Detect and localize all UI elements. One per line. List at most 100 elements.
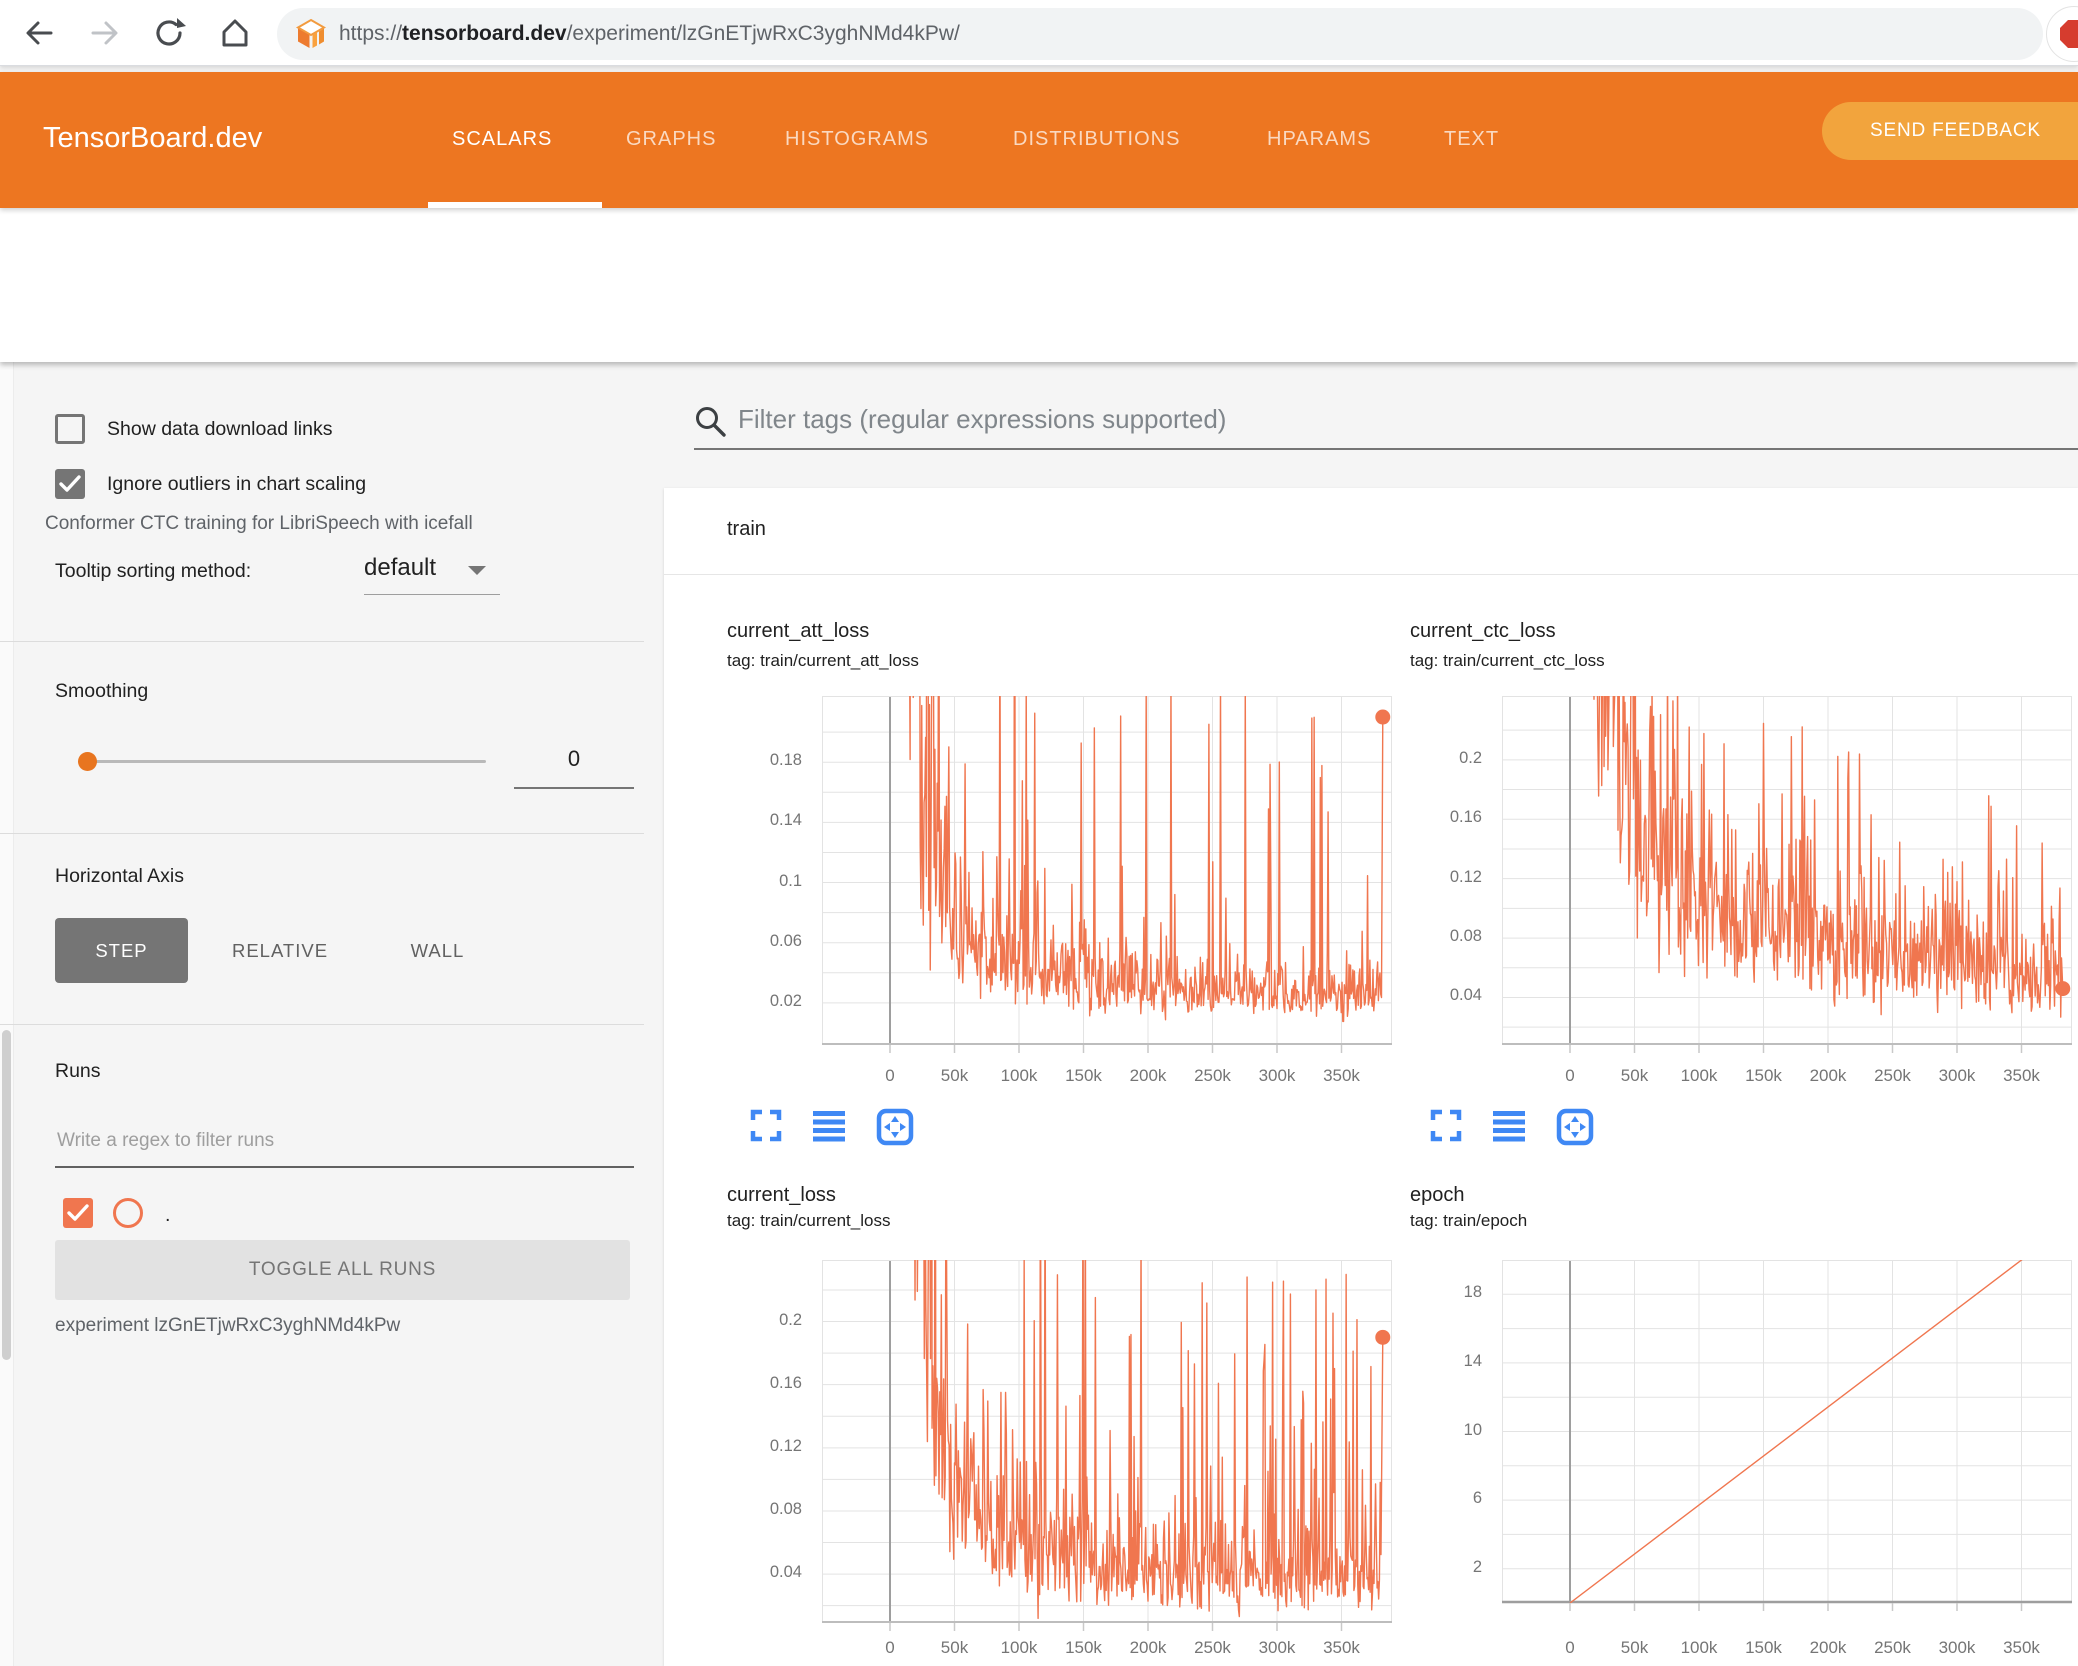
chart-tag-epoch: tag: train/epoch [1410,1211,1528,1230]
horizontal-axis-label: Horizontal Axis [55,865,184,887]
tensorboard-favicon [295,18,327,48]
runs-filter-underline [55,1166,634,1168]
run-color-swatch [113,1198,143,1228]
y-tick-label: 0.2 [779,1310,802,1329]
section-divider [664,574,2078,575]
toggle-log-y-icon[interactable] [812,1108,846,1142]
y-tick-label: 0.18 [769,751,802,770]
tooltip-sort-underline [364,594,500,595]
send-feedback-button[interactable]: SEND FEEDBACK [1822,102,2078,160]
y-tick-label: 0.16 [1449,808,1482,827]
reload-icon[interactable] [152,16,186,50]
tab-distributions[interactable]: DISTRIBUTIONS [1013,128,1180,151]
tab-histograms[interactable]: HISTOGRAMS [785,128,929,151]
smoothing-value-input[interactable]: 0 [514,746,634,772]
show-download-checkbox[interactable] [55,414,85,444]
show-download-label: Show data download links [107,418,333,440]
y-tick-label: 0.2 [1459,748,1482,767]
smoothing-slider-track[interactable] [78,760,486,763]
chart-title-current_att_loss: current_att_loss [727,620,870,642]
smoothing-slider-thumb[interactable] [78,752,97,771]
x-tick-label: 350k [1323,1638,1360,1657]
back-icon[interactable] [22,16,56,50]
chart-tag-current_ctc_loss: tag: train/current_ctc_loss [1410,651,1605,670]
y-tick-label: 6 [1472,1489,1482,1508]
sidebar-scrollbar-thumb[interactable] [2,1030,11,1360]
fit-domain-icon[interactable] [1556,1108,1594,1146]
chart-tag-current_loss: tag: train/current_loss [727,1211,891,1230]
axis-relative-button[interactable]: RELATIVE [200,918,360,983]
dropdown-caret-icon[interactable] [468,566,486,575]
active-tab-underline [428,202,602,208]
filter-tags-underline [694,448,2078,450]
toggle-log-y-icon[interactable] [1492,1108,1526,1142]
tab-text[interactable]: TEXT [1444,128,1499,151]
chart-actions-current_att_loss [750,1108,914,1146]
checkmark-icon [67,1204,89,1221]
sidebar-divider [0,641,644,642]
chart-title-epoch: epoch [1410,1184,1465,1206]
run-checkbox[interactable] [63,1198,93,1228]
expand-chart-icon[interactable] [750,1108,782,1142]
y-tick-label: 0.08 [1449,927,1482,946]
y-tick-label: 0.14 [769,811,802,830]
chart-title-current_loss: current_loss [727,1184,836,1206]
tab-graphs[interactable]: GRAPHS [626,128,716,151]
ignore-outliers-label: Ignore outliers in chart scaling [107,473,367,495]
expand-chart-icon[interactable] [1430,1108,1462,1142]
runs-label: Runs [55,1060,101,1082]
y-tick-label: 0.12 [1449,867,1482,886]
search-icon [696,407,726,437]
y-tick-label: 0.06 [769,931,802,950]
y-tick-label: 0.04 [769,1563,802,1582]
y-tick-label: 10 [1463,1420,1482,1439]
tooltip-sort-label: Tooltip sorting method: [55,560,252,582]
chart-plot-epoch[interactable] [1502,1260,2072,1615]
app-header: TensorBoard.dev SCALARS GRAPHS HISTOGRAM… [0,72,2078,208]
dashboard-main: Filter tags (regular expressions support… [660,362,2078,1666]
ignore-outliers-checkbox[interactable] [55,469,85,499]
fit-domain-icon[interactable] [876,1108,914,1146]
forward-icon[interactable] [88,16,122,50]
sidebar-divider [0,1024,644,1025]
experiment-title: Conformer CTC training for LibriSpeech w… [45,513,473,534]
axis-wall-button[interactable]: WALL [375,918,500,983]
toggle-all-runs-button[interactable]: TOGGLE ALL RUNS [55,1240,630,1300]
red-octagon-icon [2060,20,2078,48]
chart-plot-current_loss[interactable] [822,1260,1392,1635]
y-tick-label: 0.04 [1449,986,1482,1005]
experiment-id-label: experiment lzGnETjwRxC3yghNMd4kPw [55,1315,401,1336]
browser-toolbar: https://tensorboard.dev/experiment/lzGnE… [0,0,2078,66]
experiment-title-band: Conformer CTC training for LibriSpeech w… [0,208,2078,534]
x-tick-label: 350k [1323,1066,1360,1085]
chart-title-current_ctc_loss: current_ctc_loss [1410,620,1556,642]
x-tick-label: 350k [2003,1638,2040,1657]
tab-hparams[interactable]: HPARAMS [1267,128,1371,151]
section-header-train[interactable]: train [727,518,766,541]
app-title: TensorBoard.dev [43,122,263,154]
y-tick-label: 0.16 [769,1373,802,1392]
sidebar-scrollbar-track[interactable] [0,362,14,1666]
chart-plot-current_ctc_loss[interactable] [1502,696,2072,1057]
checkmark-icon [59,475,81,492]
y-tick-label: 2 [1472,1557,1482,1576]
smoothing-value-underline [514,787,634,789]
y-tick-label: 18 [1463,1283,1482,1302]
tab-scalars[interactable]: SCALARS [452,128,552,151]
url-bar[interactable]: https://tensorboard.dev/experiment/lzGnE… [277,8,2043,60]
train-section-card: train current_att_loss tag: train/current… [664,488,2078,1666]
settings-sidebar: Show data download links Ignore outliers… [0,362,660,1666]
runs-filter-input[interactable]: Write a regex to filter runs [57,1130,274,1152]
url-text: https://tensorboard.dev/experiment/lzGnE… [339,22,960,45]
axis-step-button[interactable]: STEP [55,918,188,983]
chart-actions-current_ctc_loss [1430,1108,1594,1146]
chart-plot-current_att_loss[interactable] [822,696,1392,1057]
adblock-extension-icon[interactable] [2046,6,2078,62]
y-tick-label: 14 [1463,1351,1482,1370]
x-tick-label: 350k [2003,1066,2040,1085]
home-icon[interactable] [218,16,252,50]
tooltip-sort-select[interactable]: default [364,554,436,582]
filter-tags-input[interactable]: Filter tags (regular expressions support… [738,404,1226,435]
smoothing-label: Smoothing [55,680,149,702]
run-name-label: . [165,1204,171,1226]
